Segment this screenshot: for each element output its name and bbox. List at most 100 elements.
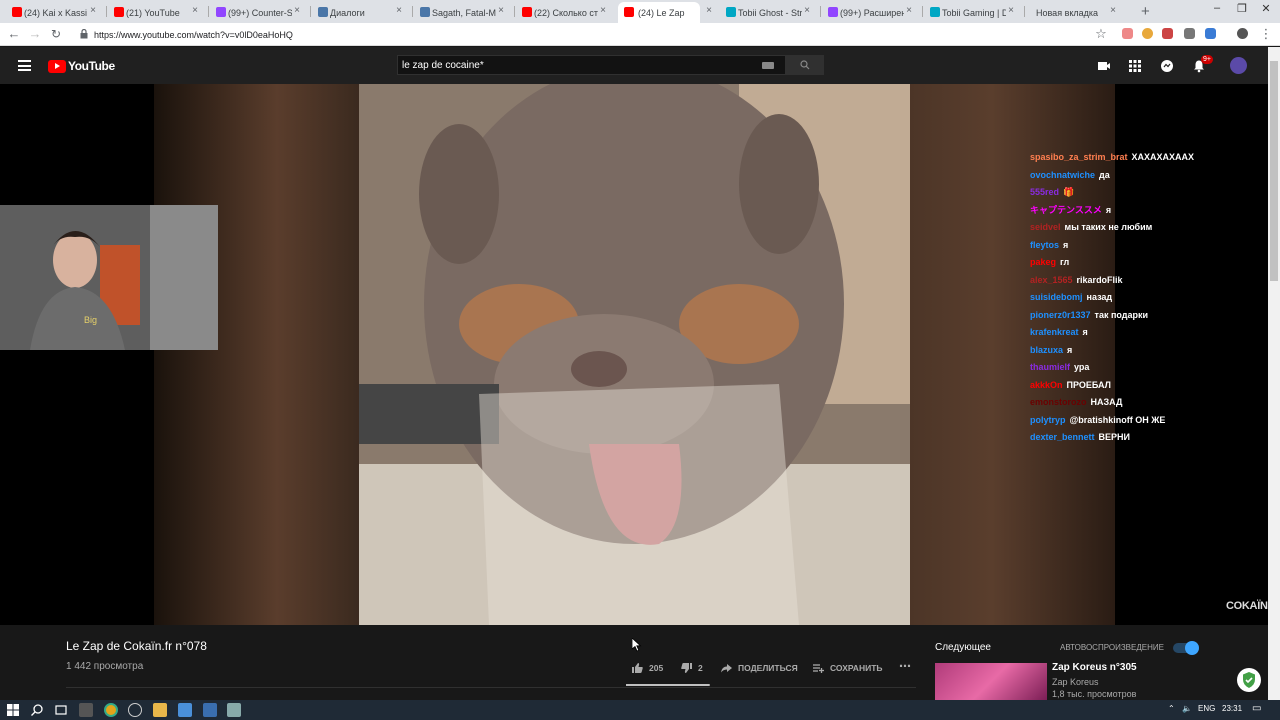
chat-text: назад [1086, 292, 1113, 302]
browser-tab[interactable]: (22) Сколько стр [520, 2, 598, 23]
windows-start-icon[interactable] [6, 703, 20, 717]
notification-badge: 9+ [1201, 55, 1213, 64]
close-tab-icon[interactable]: × [598, 6, 608, 16]
tray-chevron-icon[interactable]: ⌃ [1168, 704, 1175, 713]
search-icon[interactable] [30, 703, 44, 717]
more-actions-icon[interactable]: ⋯ [899, 659, 911, 673]
browser-tab[interactable]: Sagath, Fatal-M [418, 2, 496, 23]
youtube-icon [114, 7, 124, 17]
forward-icon[interactable]: → [27, 26, 43, 42]
close-tab-icon[interactable]: × [292, 6, 302, 16]
browser-tab[interactable]: (21) YouTube [112, 2, 190, 23]
close-window-button[interactable]: ✕ [1256, 2, 1276, 15]
chat-message: alex_1565 rikardoFlik [1030, 272, 1260, 290]
address-bar-row: ← → ↻ https://www.youtube.com/watch?v=v0… [0, 23, 1280, 46]
chat-username: blazuxa [1030, 344, 1064, 355]
vk-icon [420, 7, 430, 17]
browser-tab[interactable]: (99+) Расширен [826, 2, 904, 23]
chat-username: polytryp [1030, 414, 1066, 425]
search-icon [800, 60, 810, 70]
chrome-icon[interactable] [104, 703, 118, 717]
autoplay-label: АВТОВОСПРОИЗВЕДЕНИЕ [1060, 643, 1164, 652]
browser-tab[interactable]: Tobii Ghost - Stre [724, 2, 802, 23]
browser-tab[interactable]: (24) Kai x Kassi - [10, 2, 88, 23]
app-icon[interactable] [227, 703, 241, 717]
chat-message: キャプテンススメ я [1030, 202, 1260, 220]
close-tab-icon[interactable]: × [1108, 6, 1118, 16]
youtube-logo[interactable]: YouTube [48, 59, 115, 73]
chat-text: rikardoFlik [1076, 274, 1123, 285]
close-tab-icon[interactable]: × [496, 6, 506, 16]
windows-taskbar: ⌃ 🔈 ENG 23:31 ▭ [0, 700, 1280, 720]
messages-icon[interactable] [1160, 59, 1174, 73]
chat-message: 555red 🎁 [1030, 184, 1260, 202]
create-video-icon[interactable] [1097, 59, 1111, 73]
close-tab-icon[interactable]: × [904, 6, 914, 16]
new-tab-button[interactable]: + [1141, 3, 1150, 20]
browser-tab[interactable]: (99+) Counter-Str [214, 2, 292, 23]
next-video-thumbnail[interactable] [935, 663, 1047, 700]
app-icon[interactable] [178, 703, 192, 717]
save-button[interactable]: СОХРАНИТЬ [813, 663, 883, 673]
extension-icon[interactable] [1122, 28, 1133, 39]
file-explorer-icon[interactable] [153, 703, 167, 717]
close-tab-icon[interactable]: × [1006, 6, 1016, 16]
browser-menu-icon[interactable]: ⋮ [1258, 26, 1274, 42]
notifications-icon[interactable]: ▭ [1252, 703, 1261, 714]
chat-message: blazuxa я [1030, 342, 1260, 360]
autoplay-toggle[interactable] [1173, 641, 1199, 655]
extension-icon[interactable] [1162, 28, 1173, 39]
chat-text: да [1099, 169, 1110, 180]
chat-text: 🎁 [1063, 187, 1075, 197]
apps-grid-icon[interactable] [1128, 59, 1142, 73]
next-video-title[interactable]: Zap Koreus n°305 [1052, 662, 1137, 673]
reload-icon[interactable]: ↻ [48, 26, 64, 42]
chat-username: suisidebomj [1030, 292, 1083, 302]
extension-icon[interactable] [1142, 28, 1153, 39]
close-tab-icon[interactable]: × [394, 6, 404, 16]
browser-tab[interactable]: Tobii Gaming | De [928, 2, 1006, 23]
back-icon[interactable]: ← [6, 26, 22, 42]
keyboard-icon[interactable] [762, 62, 774, 69]
task-view-icon[interactable] [54, 703, 68, 717]
video-player[interactable]: Big spasibo_za_strim_brat ХАХАХАХААХ ovoch… [0, 84, 1268, 625]
search-input[interactable] [402, 58, 752, 73]
extension-icon[interactable] [1205, 28, 1216, 39]
volume-icon[interactable]: 🔈 [1182, 704, 1192, 713]
maximize-button[interactable]: ❐ [1232, 2, 1252, 15]
extension-icon[interactable] [1184, 28, 1195, 39]
video-info-section: Le Zap de Cokaïn.fr n°078 1 442 просмотр… [0, 625, 1268, 700]
close-tab-icon[interactable]: × [190, 6, 200, 16]
search-button[interactable] [786, 55, 824, 75]
browser-tab[interactable]: Новая вкладка [1030, 2, 1108, 23]
vk-icon [318, 7, 328, 17]
app-icon[interactable] [128, 703, 142, 717]
clock[interactable]: 23:31 [1222, 704, 1242, 713]
share-button[interactable]: ПОДЕЛИТЬСЯ [721, 663, 798, 673]
next-video-channel[interactable]: Zap Koreus [1052, 677, 1099, 687]
hamburger-menu-icon[interactable] [18, 60, 31, 71]
omnibox[interactable]: https://www.youtube.com/watch?v=v0lD0eaH… [74, 25, 1114, 44]
browser-tab[interactable]: Диалоги [316, 2, 394, 23]
browser-tab-bar: (24) Kai x Kassi - × (21) YouTube × (99+) Co… [0, 0, 1280, 23]
language-indicator[interactable]: ENG [1198, 704, 1215, 713]
page-scrollbar[interactable] [1268, 47, 1280, 700]
app-icon[interactable] [203, 703, 217, 717]
store-icon[interactable] [79, 703, 93, 717]
tobii-icon [930, 7, 940, 17]
tab-title: (99+) Расширен [840, 7, 904, 18]
profile-avatar[interactable] [1237, 28, 1248, 39]
dislike-button[interactable]: 2 [681, 663, 703, 673]
close-tab-icon[interactable]: × [802, 6, 812, 16]
like-button[interactable]: 205 [632, 663, 663, 673]
chat-username: キャプテンススメ [1030, 204, 1102, 215]
browser-tab[interactable]: (24) Le Zap [618, 2, 700, 23]
account-avatar[interactable] [1230, 57, 1247, 74]
tab-title: Tobii Gaming | De [942, 7, 1006, 18]
close-tab-icon[interactable]: × [704, 6, 714, 16]
minimize-button[interactable]: – [1207, 2, 1227, 14]
close-tab-icon[interactable]: × [88, 6, 98, 16]
security-shield-icon[interactable] [1237, 668, 1261, 692]
bookmark-star-icon[interactable]: ☆ [1093, 26, 1109, 42]
chat-username: seidvel [1030, 222, 1061, 232]
